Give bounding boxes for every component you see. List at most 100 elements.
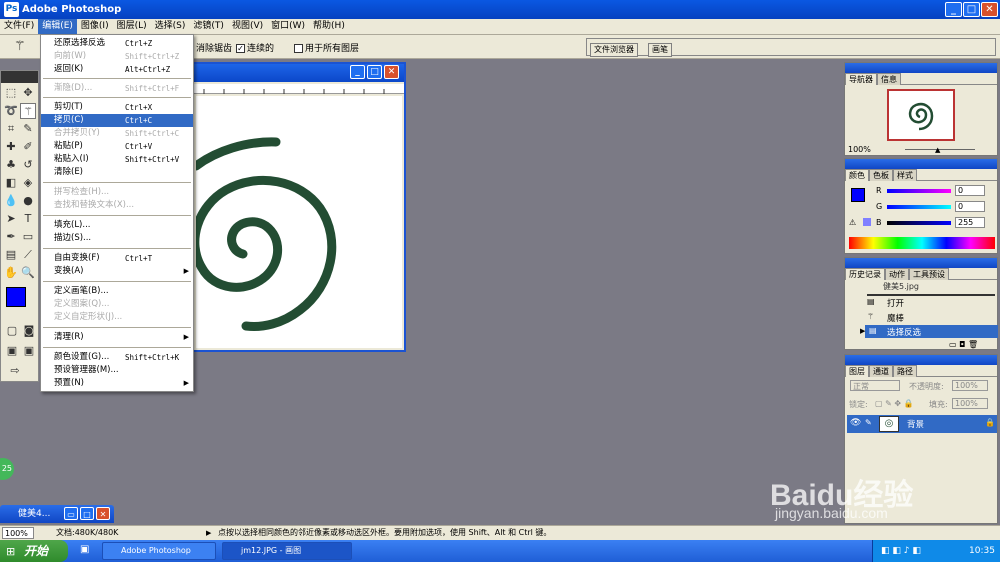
panel-titlebar[interactable]	[845, 159, 997, 169]
menu-view[interactable]: 视图(V)	[228, 19, 267, 34]
minidoc-maximize-button[interactable]: □	[80, 507, 94, 520]
magic-wand-tool-icon[interactable]: ⚚	[20, 103, 36, 119]
stamp-tool-icon[interactable]: ♣	[3, 157, 19, 173]
status-zoom[interactable]: 100%	[2, 527, 34, 539]
r-input[interactable]: 0	[955, 185, 985, 196]
contiguous-checkbox[interactable]: ✓ 连续的	[236, 41, 274, 54]
g-slider[interactable]	[887, 205, 951, 209]
jump-to-imageready-icon[interactable]: ⇨	[7, 363, 23, 379]
menu-item-fade[interactable]: 渐隐(D)... Shift+Ctrl+F	[41, 82, 193, 95]
menu-item-preset-manager[interactable]: 预设管理器(M)...	[41, 364, 193, 377]
r-slider[interactable]	[887, 189, 951, 193]
menu-filter[interactable]: 滤镜(T)	[189, 19, 228, 34]
menu-item-undo[interactable]: 还原选择反选 Ctrl+Z	[41, 37, 193, 50]
menu-item-define-shape[interactable]: 定义自定形状(J)...	[41, 311, 193, 324]
menu-edit[interactable]: 编辑(E)	[38, 19, 77, 34]
close-button[interactable]: ✕	[981, 2, 998, 17]
menu-layer[interactable]: 图层(L)	[113, 19, 151, 34]
tab-navigator[interactable]: 导航器	[845, 73, 877, 85]
doc-close-button[interactable]: ✕	[384, 65, 399, 79]
menu-select[interactable]: 选择(S)	[151, 19, 190, 34]
standard-mode-icon[interactable]: ▢	[4, 323, 20, 339]
paint-bucket-icon[interactable]: ◈	[20, 175, 36, 191]
minidoc-restore-button[interactable]: ▭	[64, 507, 78, 520]
history-item[interactable]: 打开	[887, 297, 904, 309]
blur-tool-icon[interactable]: 💧	[3, 193, 19, 209]
tab-channels[interactable]: 通道	[869, 365, 893, 377]
tab-styles[interactable]: 样式	[893, 169, 917, 181]
healing-brush-icon[interactable]: ✚	[3, 139, 19, 155]
tab-color[interactable]: 颜色	[845, 169, 869, 181]
brushes-tab[interactable]: 画笔	[648, 43, 672, 57]
brush-link-icon[interactable]: ✎	[865, 418, 872, 427]
menu-item-step-backward[interactable]: 返回(K) Alt+Ctrl+Z	[41, 63, 193, 76]
navigator-zoom[interactable]: 100%	[848, 145, 871, 154]
doc-maximize-button[interactable]: □	[367, 65, 382, 79]
tab-paths[interactable]: 路径	[893, 365, 917, 377]
tab-tool-presets[interactable]: 工具预设	[909, 268, 949, 280]
navigator-thumbnail[interactable]	[887, 89, 955, 141]
quicklaunch-icon[interactable]: ▣	[80, 544, 89, 555]
panel-titlebar[interactable]	[845, 355, 997, 365]
tab-layers[interactable]: 图层	[845, 365, 869, 377]
menu-item-define-pattern[interactable]: 定义图案(Q)...	[41, 298, 193, 311]
menu-image[interactable]: 图像(I)	[77, 19, 113, 34]
screen-mode-1-icon[interactable]: ▣	[4, 343, 20, 359]
slice-tool-icon[interactable]: ✎	[20, 121, 36, 137]
panel-titlebar[interactable]	[845, 258, 997, 268]
tab-swatches[interactable]: 色板	[869, 169, 893, 181]
menu-help[interactable]: 帮助(H)	[309, 19, 349, 34]
menu-item-purge[interactable]: 清理(R) ▶	[41, 331, 193, 344]
b-slider[interactable]	[887, 221, 951, 225]
tab-info[interactable]: 信息	[877, 73, 901, 85]
document-size[interactable]: 文档:480K/480K	[56, 526, 118, 540]
gamut-swatch[interactable]	[863, 218, 871, 226]
lasso-tool-icon[interactable]: ➰	[3, 103, 19, 119]
history-item[interactable]: 选择反选	[887, 326, 921, 338]
minidoc-close-button[interactable]: ✕	[96, 507, 110, 520]
eyedropper-tool-icon[interactable]: ⟋	[20, 247, 36, 263]
eye-icon[interactable]: 👁	[850, 418, 861, 428]
history-item-selected[interactable]	[865, 325, 998, 338]
maximize-button[interactable]: □	[963, 2, 980, 17]
doc-minimize-button[interactable]: _	[350, 65, 365, 79]
menu-file[interactable]: 文件(F)	[0, 19, 38, 34]
zoom-tool-icon[interactable]: 🔍	[20, 265, 36, 281]
crop-tool-icon[interactable]: ⌗	[3, 121, 19, 137]
history-buttons-icon[interactable]: ▭ ◘ 🗑	[949, 340, 978, 349]
opacity-input[interactable]: 100%	[952, 380, 988, 391]
marquee-tool-icon[interactable]: ⬚	[3, 85, 19, 101]
zoom-slider-thumb-icon[interactable]: ▲	[935, 146, 940, 154]
menu-item-copy[interactable]: 拷贝(C) Ctrl+C	[41, 114, 193, 127]
all-layers-checkbox[interactable]: 用于所有图层	[294, 41, 359, 54]
menu-item-cut[interactable]: 剪切(T) Ctrl+X	[41, 101, 193, 114]
brush-tool-icon[interactable]: ✐	[20, 139, 36, 155]
history-item[interactable]: 魔棒	[887, 312, 904, 324]
menu-item-check-spelling[interactable]: 拼写检查(H)...	[41, 186, 193, 199]
type-tool-icon[interactable]: T	[20, 211, 36, 227]
menu-item-find-replace[interactable]: 查找和替换文本(X)...	[41, 199, 193, 212]
image-canvas[interactable]	[190, 96, 402, 348]
eraser-tool-icon[interactable]: ◧	[3, 175, 19, 191]
pen-tool-icon[interactable]: ✒	[3, 229, 19, 245]
menu-item-copy-merged[interactable]: 合并拷贝(Y) Shift+Ctrl+C	[41, 127, 193, 140]
history-snapshot[interactable]: 健美5.jpg	[883, 281, 919, 292]
hand-tool-icon[interactable]: ✋	[3, 265, 19, 281]
menu-item-clear[interactable]: 清除(E)	[41, 166, 193, 179]
task-paint[interactable]: jm12.JPG - 画图	[222, 542, 352, 560]
menu-item-paste-into[interactable]: 粘贴入(I) Shift+Ctrl+V	[41, 153, 193, 166]
menu-item-step-forward[interactable]: 向前(W) Shift+Ctrl+Z	[41, 50, 193, 63]
menu-item-paste[interactable]: 粘贴(P) Ctrl+V	[41, 140, 193, 153]
menu-item-stroke[interactable]: 描边(S)...	[41, 232, 193, 245]
history-brush-icon[interactable]: ↺	[20, 157, 36, 173]
task-photoshop[interactable]: Adobe Photoshop	[102, 542, 216, 560]
menu-item-color-settings[interactable]: 颜色设置(G)... Shift+Ctrl+K	[41, 351, 193, 364]
lock-icons[interactable]: ▢ ✎ ✥ 🔒	[875, 399, 914, 408]
minimize-button[interactable]: _	[945, 2, 962, 17]
file-browser-tab[interactable]: 文件浏览器	[590, 43, 638, 57]
foreground-color-swatch[interactable]	[6, 287, 26, 307]
gamut-warning-icon[interactable]: ⚠	[849, 218, 856, 227]
path-selection-icon[interactable]: ➤	[3, 211, 19, 227]
shape-tool-icon[interactable]: ▭	[20, 229, 36, 245]
tray-icons[interactable]: ◧ ◧ ♪ ◧	[881, 540, 921, 562]
